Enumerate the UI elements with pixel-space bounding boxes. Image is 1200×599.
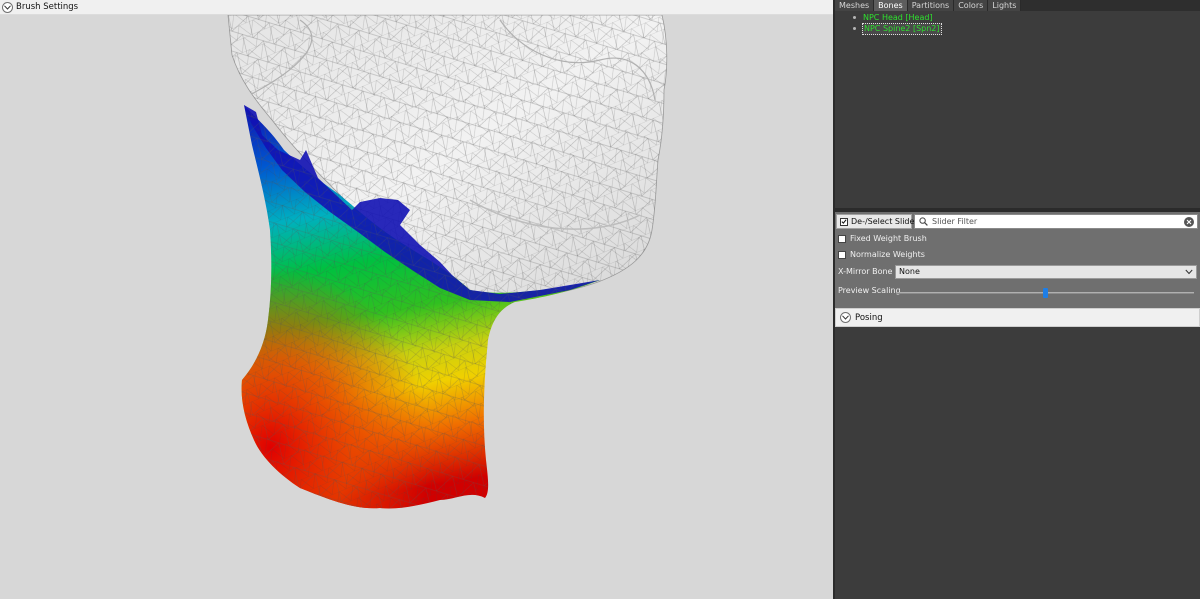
- slider-filter-input[interactable]: [932, 217, 1182, 226]
- x-mirror-bone-value: None: [899, 267, 920, 276]
- fixed-weight-option[interactable]: Fixed Weight Brush: [838, 234, 927, 243]
- right-panel: Meshes Bones Partitions Colors Lights NP…: [835, 0, 1200, 599]
- tab-colors[interactable]: Colors: [954, 0, 989, 11]
- tab-partitions[interactable]: Partitions: [907, 0, 955, 11]
- normalize-weights-option[interactable]: Normalize Weights: [838, 250, 925, 259]
- x-mirror-bone-select[interactable]: None: [895, 265, 1197, 279]
- deselect-sliders-label: De-/Select Sliders: [851, 217, 922, 226]
- preview-scaling-label: Preview Scaling: [838, 286, 901, 295]
- bone-label: NPC Head [Head]: [863, 12, 933, 22]
- slider-thumb[interactable]: [1043, 288, 1048, 298]
- bone-item-head[interactable]: NPC Head [Head]: [835, 12, 1200, 23]
- mesh-render[interactable]: [0, 15, 833, 599]
- brush-controls: De-/Select Sliders Fixed Weight Brush No…: [835, 212, 1200, 308]
- deselect-sliders-checkbox[interactable]: [840, 217, 848, 226]
- chevron-down-icon[interactable]: [2, 1, 13, 13]
- clear-icon[interactable]: [1184, 217, 1194, 227]
- tab-bones[interactable]: Bones: [874, 0, 908, 11]
- chevron-down-icon[interactable]: [840, 312, 851, 323]
- x-mirror-bone-label: X-Mirror Bone: [838, 267, 893, 276]
- fixed-weight-label: Fixed Weight Brush: [850, 234, 927, 243]
- tree-bullet-icon: [853, 16, 856, 19]
- tree-bullet-icon: [853, 27, 856, 30]
- tab-lights[interactable]: Lights: [988, 0, 1022, 11]
- fixed-weight-checkbox[interactable]: [838, 234, 846, 243]
- bone-label: NPC Spine2 [Spn2]: [862, 22, 942, 35]
- normalize-weights-checkbox[interactable]: [838, 250, 846, 259]
- tab-bar: Meshes Bones Partitions Colors Lights: [835, 0, 1200, 11]
- brush-settings-header[interactable]: Brush Settings: [0, 0, 833, 15]
- bone-tree[interactable]: NPC Head [Head] NPC Spine2 [Spn2]: [835, 11, 1200, 208]
- chevron-down-icon: [1185, 269, 1193, 275]
- search-icon: [919, 217, 928, 226]
- posing-label: Posing: [855, 312, 883, 323]
- bone-item-spine2[interactable]: NPC Spine2 [Spn2]: [835, 22, 1200, 35]
- posing-panel: [835, 327, 1200, 599]
- preview-scaling-slider[interactable]: [896, 288, 1194, 298]
- posing-header[interactable]: Posing: [835, 308, 1200, 327]
- deselect-sliders-button[interactable]: De-/Select Sliders: [836, 214, 922, 229]
- slider-filter-field[interactable]: [914, 214, 1198, 229]
- viewport[interactable]: Brush Settings: [0, 0, 833, 599]
- brush-settings-label: Brush Settings: [16, 2, 79, 12]
- tab-meshes[interactable]: Meshes: [835, 0, 875, 11]
- normalize-weights-label: Normalize Weights: [850, 250, 925, 259]
